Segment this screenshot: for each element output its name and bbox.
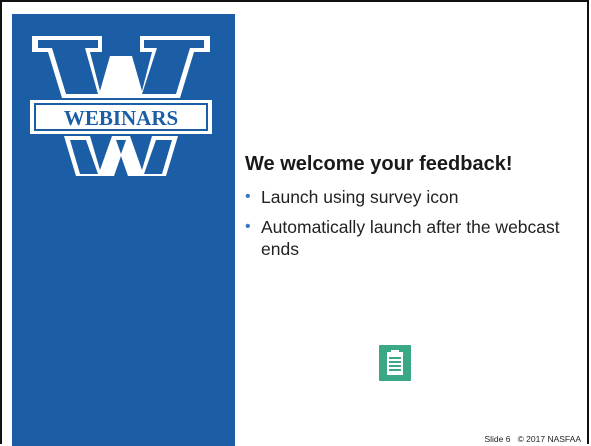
sidebar: WEBINARS [12, 14, 235, 446]
bullet-list: • Launch using survey icon • Automatical… [245, 186, 585, 260]
slide-title: We welcome your feedback! [245, 153, 513, 175]
bullet-item: • Launch using survey icon [245, 186, 585, 208]
webinars-logo: WEBINARS [30, 36, 212, 176]
bullet-dot-icon: • [245, 188, 251, 205]
bullet-text: Automatically launch after the webcast e… [261, 217, 560, 259]
bullet-item: • Automatically launch after the webcast… [245, 216, 585, 260]
slide: WEBINARS We welcome your feedback! • Lau… [0, 0, 589, 446]
slide-number: Slide 6 [484, 434, 511, 444]
logo-text: WEBINARS [64, 106, 178, 130]
clipboard-icon[interactable] [379, 345, 411, 381]
copyright-text: © 2017 NASFAA [517, 434, 581, 444]
bullet-dot-icon: • [245, 218, 251, 235]
content-area: We welcome your feedback! • Launch using… [245, 152, 585, 268]
bullet-text: Launch using survey icon [261, 187, 459, 207]
slide-footer: Slide 6 © 2017 NASFAA [484, 434, 581, 444]
